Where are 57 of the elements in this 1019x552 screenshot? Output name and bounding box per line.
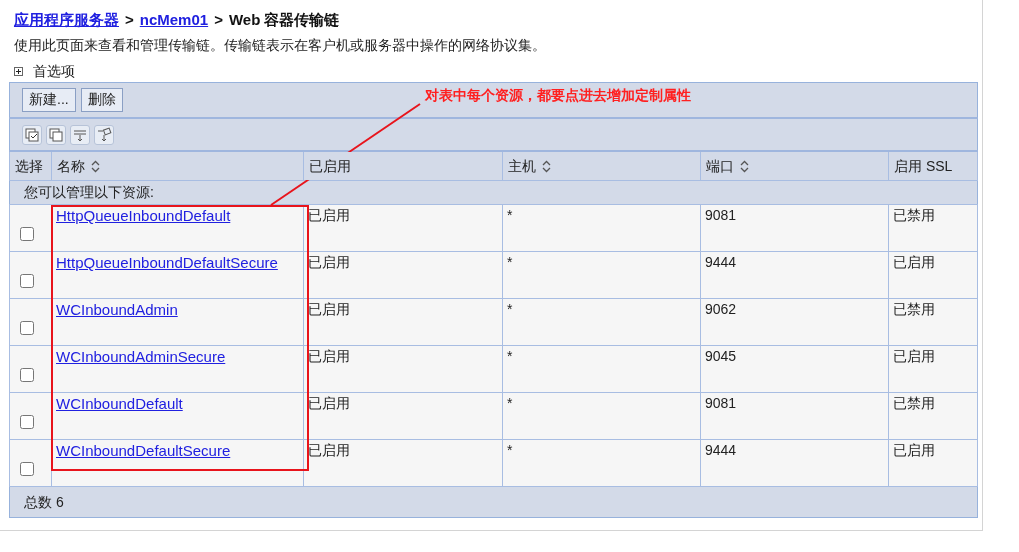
resource-link[interactable]: WCInboundAdmin (56, 301, 178, 318)
page-title: Web 容器传输链 (228, 11, 340, 28)
table-cell: 已启用 (308, 207, 350, 223)
breadcrumb-link[interactable]: ncMem01 (139, 11, 209, 28)
breadcrumb-separator: > (214, 11, 223, 28)
column-header[interactable]: 名称 (51, 151, 304, 181)
row-checkbox[interactable] (20, 321, 34, 335)
sort-icon[interactable] (542, 160, 551, 174)
table-cell: 9081 (705, 207, 737, 223)
select-all-icon[interactable] (22, 124, 42, 145)
table-cell: * (507, 301, 513, 317)
column-header: 已启用 (303, 151, 503, 181)
total-count: 总数 6 (24, 493, 64, 510)
breadcrumb-link[interactable]: 应用程序服务器 (14, 11, 119, 28)
toolbar-button[interactable]: 删除 (80, 88, 123, 112)
deselect-all-icon[interactable] (46, 124, 66, 145)
column-header: 启用 SSL (888, 151, 978, 181)
table-cell: * (507, 254, 513, 270)
table-cell: 已禁用 (893, 301, 935, 317)
table-cell: 已启用 (308, 301, 350, 317)
table-caption: 您可以管理以下资源: (24, 184, 154, 200)
row-checkbox[interactable] (20, 274, 34, 288)
table-cell: 已禁用 (893, 395, 935, 411)
column-header: 选择 (9, 151, 52, 181)
table-cell: 9081 (705, 395, 737, 411)
row-checkbox[interactable] (20, 415, 34, 429)
column-header[interactable]: 端口 (700, 151, 889, 181)
row-checkbox[interactable] (20, 227, 34, 241)
table-cell: 已启用 (893, 348, 935, 364)
table-cell: * (507, 442, 513, 458)
table-cell: 已启用 (893, 254, 935, 270)
table-cell: 已启用 (308, 395, 350, 411)
annotation-text: 对表中每个资源，都要点进去增加定制属性 (425, 87, 691, 104)
resource-link[interactable]: WCInboundDefault (56, 395, 183, 412)
table-cell: 9444 (705, 254, 737, 270)
table-cell: 9045 (705, 348, 737, 364)
table-cell: 已启用 (308, 348, 350, 364)
table-cell: 已启用 (308, 442, 350, 458)
row-checkbox[interactable] (20, 368, 34, 382)
table-cell: 已启用 (308, 254, 350, 270)
toolbar-button[interactable]: 新建... (22, 88, 76, 112)
page-description: 使用此页面来查看和管理传输链。传输链表示在客户机或服务器中操作的网络协议集。 (13, 37, 547, 54)
clear-filter-icon[interactable] (94, 124, 114, 145)
table-cell: * (507, 207, 513, 223)
column-header[interactable]: 主机 (502, 151, 701, 181)
table-cell: * (507, 348, 513, 364)
breadcrumb-separator: > (125, 11, 134, 28)
preferences-toggle[interactable]: 首选项 (33, 63, 75, 80)
table-cell: 已禁用 (893, 207, 935, 223)
table-cell: 9062 (705, 301, 737, 317)
sort-icon[interactable] (91, 160, 100, 174)
table-cell: * (507, 395, 513, 411)
row-checkbox[interactable] (20, 462, 34, 476)
expand-icon[interactable] (14, 67, 23, 76)
table-cell: 9444 (705, 442, 737, 458)
sort-icon[interactable] (740, 160, 749, 174)
table-cell: 已启用 (893, 442, 935, 458)
